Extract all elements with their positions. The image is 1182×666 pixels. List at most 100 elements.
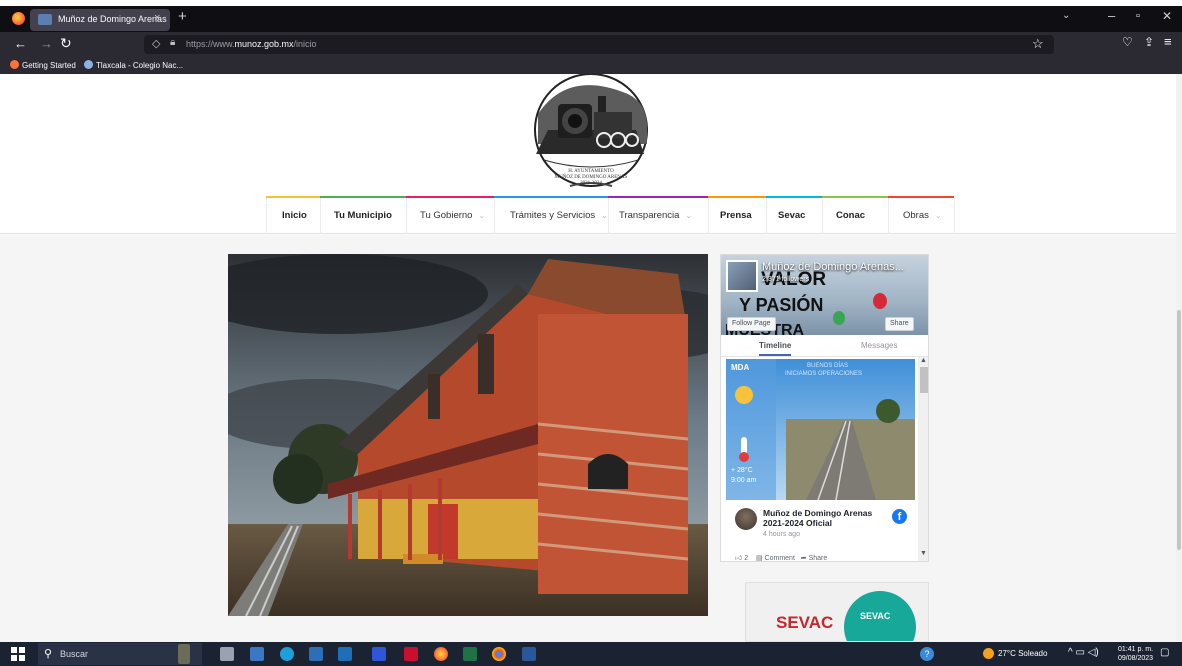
taskbar-search-placeholder: Buscar bbox=[60, 649, 89, 659]
bookmark-getting-started[interactable]: Getting Started bbox=[10, 60, 76, 70]
fb-comment-button[interactable]: Comment bbox=[765, 555, 795, 561]
restore-icon[interactable]: ▫ bbox=[1136, 10, 1140, 22]
fb-post-time-of-day: 9:00 am bbox=[731, 477, 757, 484]
app-icon[interactable] bbox=[250, 647, 264, 661]
menu-item-tu-municipio[interactable]: Tu Municipio bbox=[334, 198, 392, 234]
url-text[interactable]: https://www.munoz.gob.mx/inicio bbox=[186, 39, 317, 49]
list-tabs-icon[interactable]: ⌄ bbox=[1062, 10, 1070, 21]
sevac-banner[interactable]: SEVAC SEVAC bbox=[745, 582, 929, 642]
fb-share-action[interactable]: Share bbox=[809, 555, 828, 561]
windows-start-icon[interactable] bbox=[11, 647, 25, 661]
fb-follow-button[interactable]: Follow Page bbox=[727, 317, 776, 331]
menu-item-obras[interactable]: Obras ⌄ bbox=[903, 198, 942, 234]
help-icon[interactable]: ? bbox=[920, 647, 934, 661]
bookmark-tlaxcala[interactable]: Tlaxcala - Colegio Nac... bbox=[84, 60, 183, 70]
chevron-down-icon: ⌄ bbox=[601, 211, 608, 220]
clock[interactable]: 01:41 p. m. 09/08/2023 bbox=[1118, 645, 1153, 663]
tab-bar: Muñoz de Domingo Arenas × + ⌄ – ▫ ✕ bbox=[0, 6, 1182, 32]
fb-post-age[interactable]: 4 hours ago bbox=[763, 531, 800, 538]
store-icon[interactable] bbox=[309, 647, 323, 661]
url-bar[interactable]: ◇ 🔒︎ https://www.munoz.gob.mx/inicio ☆ bbox=[144, 35, 1054, 54]
sun-icon[interactable] bbox=[983, 648, 994, 659]
start-quadrant bbox=[11, 647, 17, 653]
lock-icon[interactable]: 🔒︎ bbox=[170, 37, 175, 48]
office-icon[interactable] bbox=[404, 647, 418, 661]
menu-item-prensa[interactable]: Prensa bbox=[720, 198, 752, 234]
fb-post-author[interactable]: Muñoz de Domingo Arenas 2021-2024 Oficia… bbox=[763, 508, 883, 528]
like-icon[interactable]: 👍︎ bbox=[735, 555, 742, 561]
search-highlight-icon[interactable] bbox=[178, 644, 190, 664]
url-prefix: https://www. bbox=[186, 39, 235, 49]
bookmark-label: Getting Started bbox=[22, 61, 76, 70]
start-quadrant bbox=[19, 655, 25, 661]
fb-follow-label: Follow Page bbox=[732, 320, 771, 327]
system-tray-icons[interactable]: ^ ▭ ◁) bbox=[1068, 647, 1099, 658]
favicon-icon bbox=[38, 14, 52, 25]
close-window-icon[interactable]: ✕ bbox=[1162, 9, 1172, 23]
fb-tab-timeline[interactable]: Timeline bbox=[759, 341, 792, 356]
minimize-icon[interactable]: – bbox=[1108, 8, 1115, 23]
menu-divider bbox=[708, 198, 709, 234]
start-quadrant bbox=[11, 655, 17, 661]
mail-icon[interactable] bbox=[338, 647, 352, 661]
weather-text[interactable]: 27°C Soleado bbox=[998, 649, 1047, 658]
hamburger-menu-icon[interactable]: ≡ bbox=[1164, 34, 1172, 49]
scroll-down-icon[interactable]: ▼ bbox=[920, 550, 927, 557]
fb-scroll-thumb[interactable] bbox=[920, 367, 928, 393]
page-scrollbar[interactable] bbox=[1176, 74, 1182, 642]
menu-divider bbox=[266, 198, 267, 234]
menu-item-sevac[interactable]: Sevac bbox=[778, 198, 805, 234]
fb-tab-messages[interactable]: Messages bbox=[861, 341, 897, 350]
hero-photo-train-station[interactable] bbox=[228, 254, 708, 616]
edge-icon[interactable] bbox=[280, 647, 294, 661]
word-icon[interactable] bbox=[522, 647, 536, 661]
tab-close-icon[interactable]: × bbox=[154, 12, 160, 24]
bookmark-star-icon[interactable]: ☆ bbox=[1032, 36, 1044, 52]
menu-divider bbox=[608, 198, 609, 234]
logo-caption: H. AYUNTAMIENTO MUÑOZ DE DOMINGO ARENAS … bbox=[528, 169, 654, 187]
firefox-taskbar-icon[interactable] bbox=[434, 647, 448, 661]
menu-item-label: Transparencia bbox=[619, 210, 680, 221]
tab-active[interactable]: Muñoz de Domingo Arenas × bbox=[30, 9, 170, 31]
chevron-down-icon: ⌄ bbox=[934, 211, 942, 220]
url-host: munoz.gob.mx bbox=[234, 39, 294, 49]
fb-post-actions: 👍︎ 2 ▤ Comment ➦ Share bbox=[735, 553, 828, 562]
fb-cover-image[interactable]: VALOR Y PASIÓN MUESTRA Muñoz de Domingo … bbox=[721, 255, 928, 335]
menu-item-conac[interactable]: Conac bbox=[836, 198, 865, 234]
bookmarks-bar: Getting Started Tlaxcala - Colegio Nac..… bbox=[0, 57, 1182, 74]
fb-scrollbar[interactable]: ▲ ▼ bbox=[918, 357, 928, 561]
chrome-icon[interactable] bbox=[492, 647, 506, 661]
back-arrow-icon[interactable]: ← bbox=[14, 36, 27, 51]
page-scroll-thumb[interactable] bbox=[1177, 310, 1181, 550]
fb-post-avatar[interactable] bbox=[735, 508, 757, 530]
reload-icon[interactable]: ↻ bbox=[60, 35, 72, 52]
logo-caption-line3: 2021-2024 bbox=[580, 181, 602, 186]
menu-item-transparencia[interactable]: Transparencia ⌄ bbox=[619, 198, 692, 234]
task-view-icon[interactable] bbox=[220, 647, 234, 661]
new-tab-button[interactable]: + bbox=[178, 8, 187, 25]
menu-divider bbox=[406, 198, 407, 234]
menu-item-tramites[interactable]: Trámites y Servicios ⌄ bbox=[510, 198, 608, 234]
app-icon[interactable] bbox=[372, 647, 386, 661]
excel-icon[interactable] bbox=[463, 647, 477, 661]
windows-taskbar: ⚲ Buscar ? 27°C Soleado ^ ▭ ◁) 01:41 p. … bbox=[0, 642, 1182, 666]
tracking-shield-icon[interactable]: ◇ bbox=[152, 37, 160, 50]
firefox-icon[interactable] bbox=[12, 12, 25, 25]
menu-item-inicio[interactable]: Inicio bbox=[282, 198, 307, 234]
fb-share-button[interactable]: Share bbox=[885, 317, 914, 331]
extensions-icon[interactable]: ⇪ bbox=[1144, 35, 1154, 49]
pocket-icon[interactable]: ♡ bbox=[1122, 35, 1133, 49]
fb-page-avatar[interactable] bbox=[726, 260, 758, 292]
fb-followers-count: 2,371 followers bbox=[762, 276, 810, 283]
menu-item-label: Prensa bbox=[720, 210, 752, 221]
fb-like-count: 2 bbox=[744, 555, 749, 562]
fb-page-name[interactable]: Muñoz de Domingo Arenas... bbox=[762, 261, 904, 273]
notifications-icon[interactable]: ▢ bbox=[1160, 647, 1169, 658]
clock-time: 01:41 p. m. bbox=[1118, 646, 1154, 653]
clock-date: 09/08/2023 bbox=[1118, 655, 1154, 662]
facebook-icon[interactable]: f bbox=[892, 509, 907, 524]
menu-item-tu-gobierno[interactable]: Tu Gobierno ⌄ bbox=[420, 198, 485, 234]
scroll-up-icon[interactable]: ▲ bbox=[920, 357, 927, 364]
main-menu: Inicio Tu Municipio Tu Gobierno ⌄ Trámite… bbox=[266, 196, 955, 234]
forward-arrow-icon[interactable]: → bbox=[40, 36, 53, 51]
